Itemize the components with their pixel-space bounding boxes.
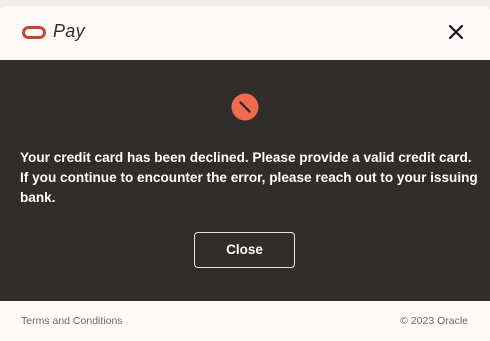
error-message: Your credit card has been declined. Plea… — [20, 150, 478, 205]
dialog-header: Pay — [0, 6, 490, 60]
close-icon[interactable] — [442, 18, 470, 46]
copyright-text: © 2023 Oracle — [400, 315, 468, 327]
close-button[interactable]: Close — [194, 232, 295, 268]
terms-link[interactable]: Terms and Conditions — [21, 315, 123, 327]
brand-title: Pay — [53, 21, 85, 41]
dialog-footer: Terms and Conditions © 2023 Oracle — [0, 301, 490, 341]
payment-dialog: Pay Your credit card has been declined. … — [0, 6, 490, 341]
dialog-body: Your credit card has been declined. Plea… — [0, 60, 490, 301]
error-icon — [231, 93, 259, 121]
oracle-logo-icon — [22, 26, 46, 39]
